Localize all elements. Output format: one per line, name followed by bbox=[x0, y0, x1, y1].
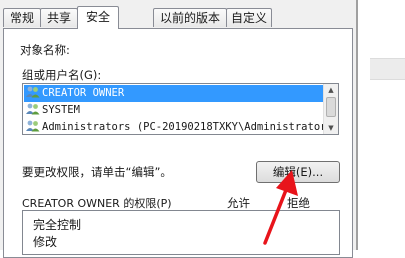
list-item-administrators[interactable]: Administrators (PC-20190218TXKY\Administ… bbox=[24, 119, 333, 134]
scroll-thumb[interactable] bbox=[326, 97, 336, 117]
permission-full-control: 完全控制 bbox=[33, 218, 82, 232]
group-or-user-label: 组或用户名(G): bbox=[22, 68, 102, 82]
edit-button[interactable]: 编辑(E)... bbox=[256, 161, 340, 183]
user-name: Administrators (PC-20190218TXKY\Administ… bbox=[42, 121, 333, 133]
list-scrollbar[interactable]: ▲ ▼ bbox=[323, 84, 338, 134]
properties-dialog: 常规 共享 安全 以前的版本 自定义 对象名称: 组或用户名(G): CREAT… bbox=[0, 0, 405, 258]
permissions-for-label: CREATOR OWNER 的权限(P) bbox=[22, 197, 172, 210]
permissions-list: 完全控制 修改 bbox=[22, 210, 340, 255]
user-list[interactable]: CREATOR OWNER SYSTEM Administrators (PC-… bbox=[22, 83, 339, 135]
tab-general[interactable]: 常规 bbox=[3, 8, 41, 27]
scroll-down-arrow-icon[interactable]: ▼ bbox=[326, 123, 336, 133]
allow-column-header: 允许 bbox=[227, 196, 250, 210]
users-icon bbox=[26, 86, 40, 98]
tab-sharing[interactable]: 共享 bbox=[40, 8, 78, 27]
object-name-label: 对象名称: bbox=[20, 43, 70, 57]
users-icon bbox=[26, 103, 40, 115]
permission-modify: 修改 bbox=[33, 235, 58, 249]
users-icon bbox=[26, 120, 40, 132]
deny-column-header: 拒绝 bbox=[287, 196, 310, 210]
tab-customize[interactable]: 自定义 bbox=[226, 8, 272, 27]
user-name: CREATOR OWNER bbox=[42, 87, 125, 99]
scroll-up-arrow-icon[interactable]: ▲ bbox=[326, 85, 336, 95]
user-name: SYSTEM bbox=[42, 104, 80, 116]
tab-security[interactable]: 安全 bbox=[77, 6, 119, 29]
list-item-system[interactable]: SYSTEM bbox=[24, 102, 324, 119]
list-item-creator-owner[interactable]: CREATOR OWNER bbox=[24, 85, 324, 102]
background-window bbox=[356, 0, 405, 250]
tab-previous-versions[interactable]: 以前的版本 bbox=[153, 8, 227, 27]
change-permissions-hint: 要更改权限，请单击“编辑”。 bbox=[22, 165, 172, 179]
